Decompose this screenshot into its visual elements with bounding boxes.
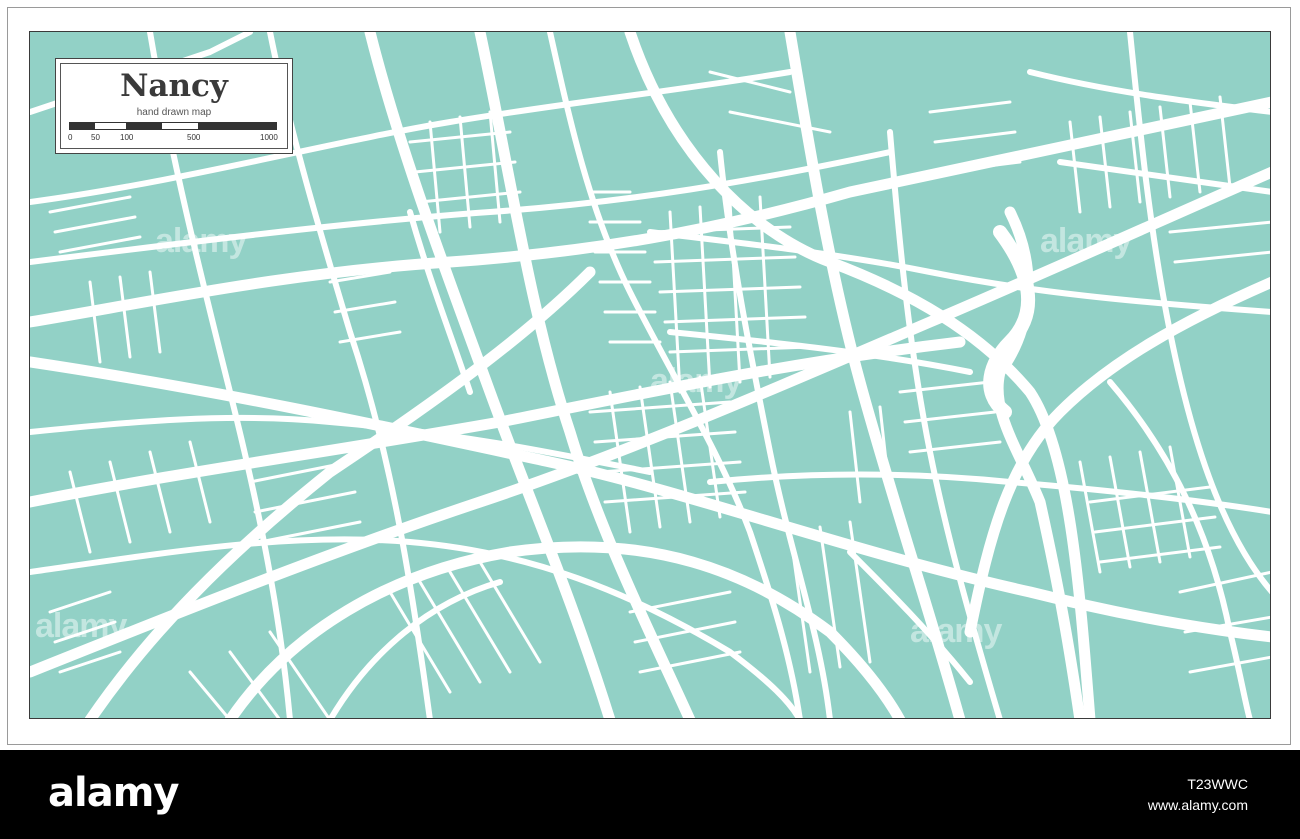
- scale-label: 0: [68, 133, 73, 142]
- scale-label: 500: [187, 133, 201, 142]
- map-title-box: Nancy hand drawn map 0 50 100 500 1000: [55, 58, 293, 154]
- watermark-text: alamy: [910, 612, 1002, 650]
- watermark-text: alamy: [35, 607, 127, 645]
- brand-logo[interactable]: alamy: [48, 770, 179, 816]
- title-inner-border: Nancy hand drawn map 0 50 100 500 1000: [60, 63, 288, 149]
- scale-label: 50: [91, 133, 100, 142]
- footer-bar: alamy T23WWC www.alamy.com: [0, 750, 1300, 839]
- scale-label: 1000: [260, 133, 278, 142]
- scale-segment: [70, 123, 95, 129]
- image-id-block: T23WWC www.alamy.com: [1148, 774, 1248, 816]
- city-name: Nancy: [120, 68, 228, 104]
- scale-segment: [162, 123, 198, 129]
- map-subtitle: hand drawn map: [136, 107, 212, 118]
- scale-bar: [69, 122, 277, 130]
- watermark-text: alamy: [650, 362, 742, 400]
- watermark-text: alamy: [155, 222, 247, 260]
- scale-segment: [198, 123, 276, 129]
- scale-segment: [95, 123, 126, 129]
- scale-label: 100: [120, 133, 134, 142]
- site-url[interactable]: www.alamy.com: [1148, 795, 1248, 816]
- image-id: T23WWC: [1187, 776, 1248, 792]
- scale-labels: 0 50 100 500 1000: [61, 133, 291, 145]
- scale-segment: [126, 123, 162, 129]
- watermark-text: alamy: [1040, 222, 1132, 260]
